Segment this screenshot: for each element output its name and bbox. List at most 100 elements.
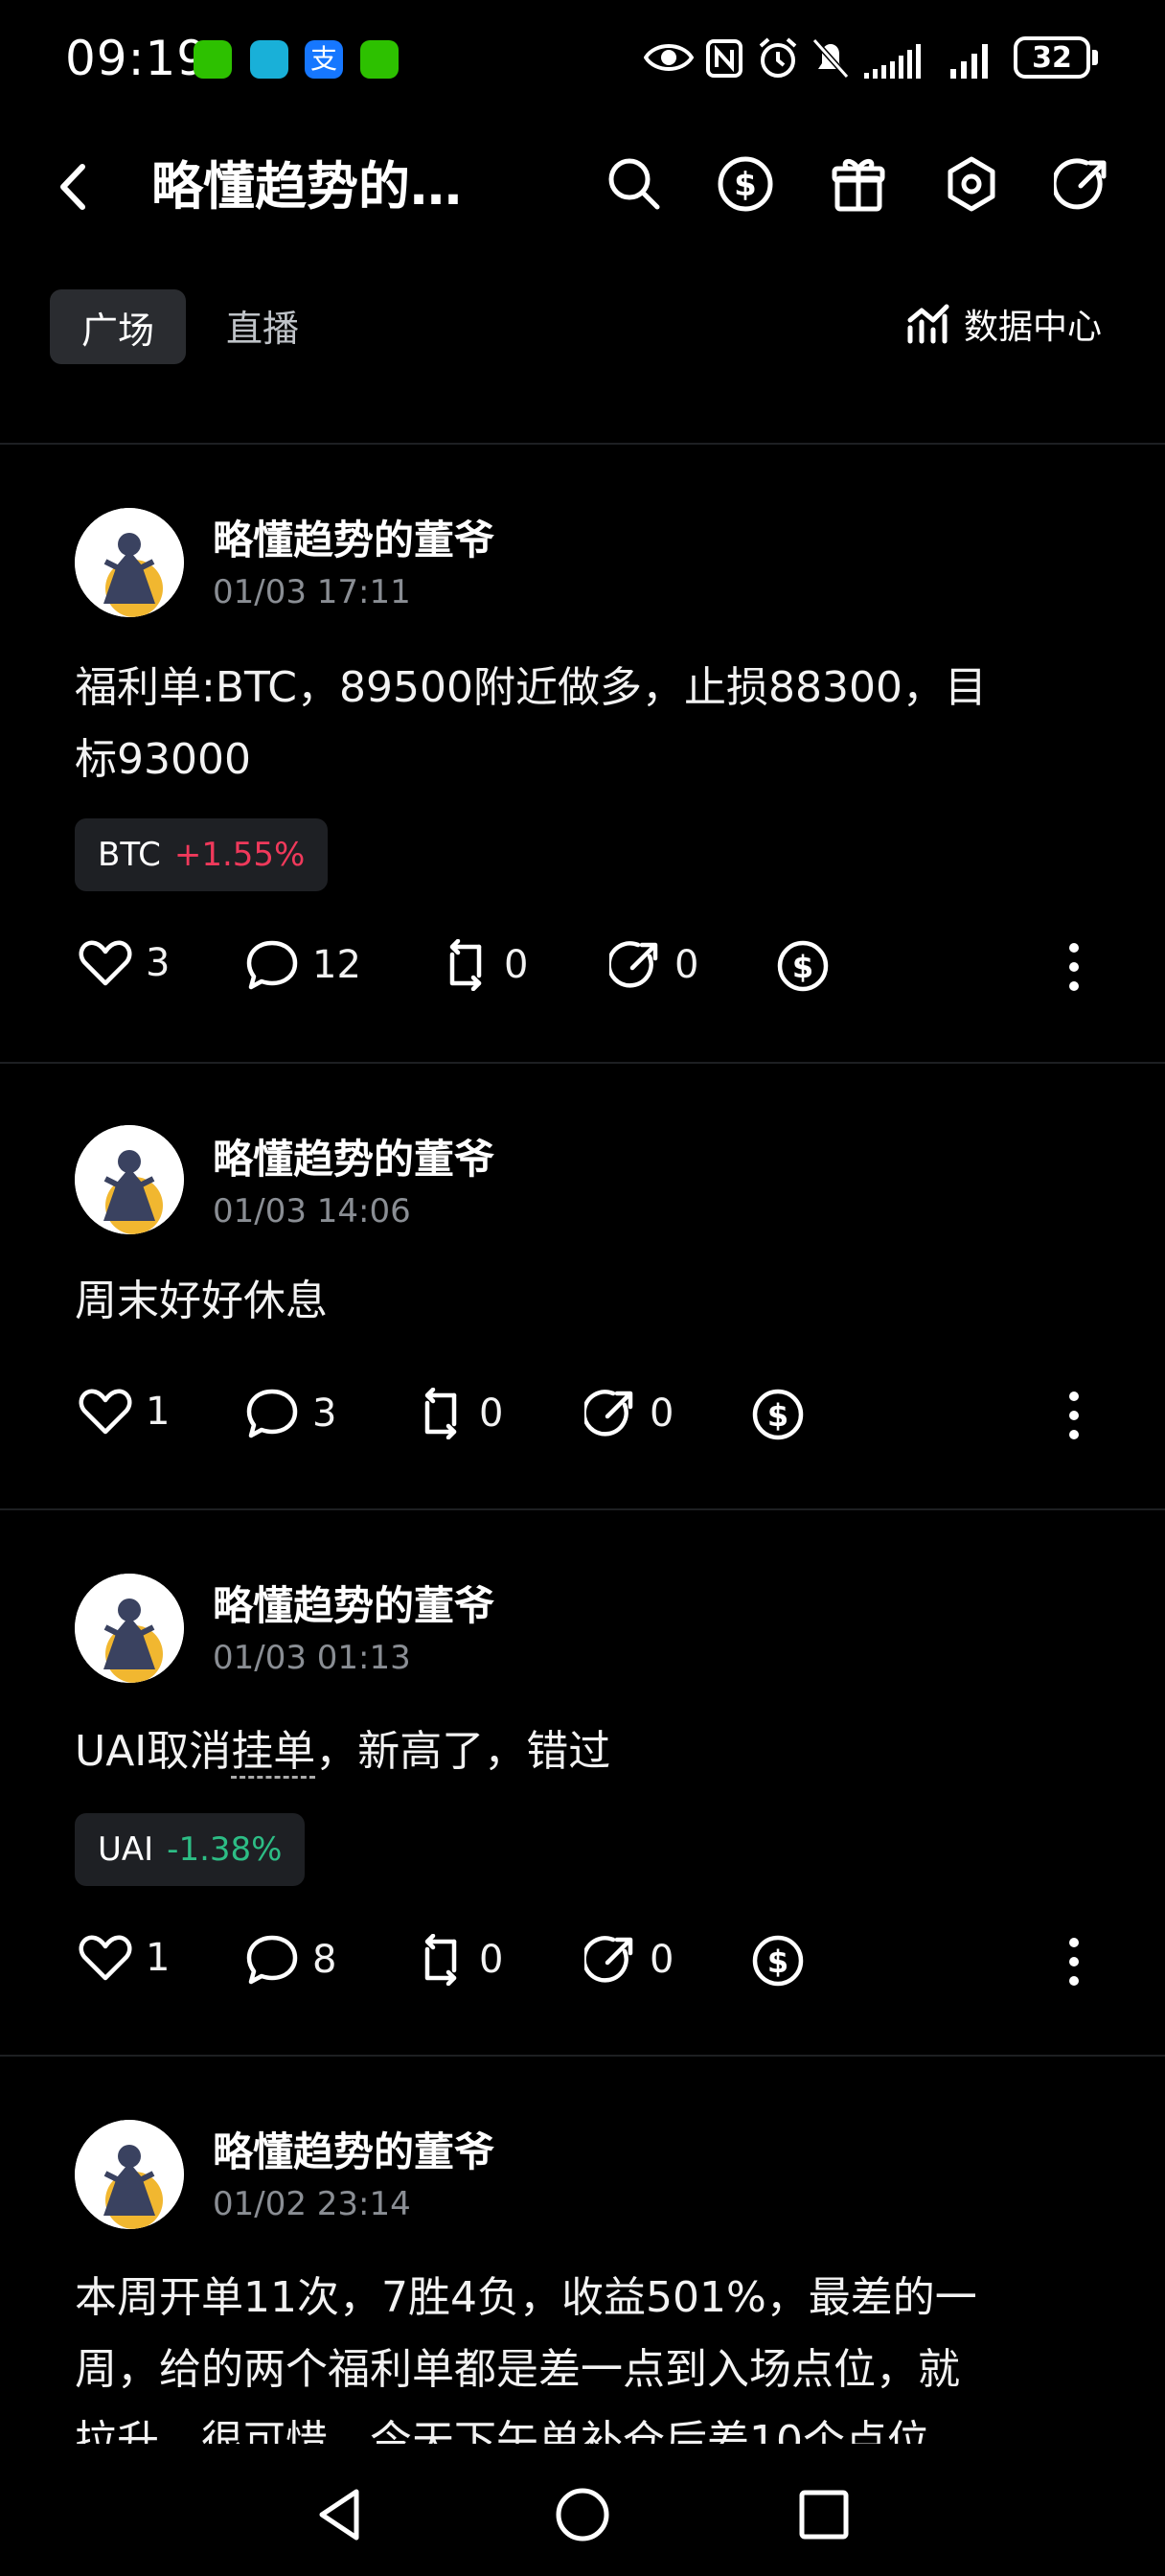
comment-icon [246,1935,298,1985]
avatar[interactable] [75,1125,184,1234]
repost-icon [449,939,482,991]
share-icon [584,1390,633,1437]
signal-icon [950,44,988,79]
like-count: 1 [146,1390,171,1434]
repost-count: 0 [504,943,529,987]
comment-button[interactable]: 8 [245,1934,336,1986]
comment-count: 8 [312,1938,337,1982]
post-content-line: 本周开单11次，7胜4负，收益501%，最差的一 [75,2273,977,2322]
signal-icon [864,44,921,79]
repost-button[interactable]: 0 [416,1934,503,1986]
heart-icon [79,1389,132,1435]
tag-change: +1.55% [173,836,306,874]
post-time: 01/03 17:11 [213,573,411,611]
comment-icon [246,1389,298,1438]
gift-icon[interactable] [832,155,885,213]
share-button[interactable]: 0 [584,1934,674,1986]
repost-button[interactable]: 0 [441,939,528,991]
chart-icon [907,304,949,344]
share-button[interactable]: 0 [584,1388,674,1439]
post-content[interactable]: UAI取消挂单，新高了，错过 [75,1715,1090,1787]
tip-dollar-icon[interactable]: $ [751,1388,805,1441]
like-button[interactable]: 1 [79,1388,170,1436]
more-menu-icon[interactable] [1069,943,1079,1000]
share-button[interactable]: 0 [609,939,698,991]
like-button[interactable]: 3 [79,939,170,987]
repost-icon [424,1388,457,1439]
svg-text:$: $ [767,1397,788,1434]
avatar[interactable] [75,508,184,617]
post-author[interactable]: 略懂趋势的董爷 [213,2120,494,2178]
repost-button[interactable]: 0 [416,1388,503,1439]
share-icon [609,941,658,988]
eye-icon [644,44,694,71]
data-center-label: 数据中心 [964,308,1103,347]
post-content-line: 拉升，很可惜，今天下午单补仓后差10个点位 [75,2417,929,2444]
tip-dollar-icon[interactable]: $ [717,155,774,213]
avatar[interactable] [75,2120,184,2229]
alipay-notification-icon: 支 [305,40,343,79]
nav-home-icon[interactable] [554,2486,611,2543]
post-content[interactable]: 福利单:BTC，89500附近做多，止损88300，目 标93000 [75,652,1090,795]
coin-tag-uai[interactable]: UAI -1.38% [75,1813,306,1886]
back-icon[interactable] [56,161,88,213]
wechat-notification-icon [360,40,399,79]
tag-symbol: BTC [98,836,161,874]
tab-plaza[interactable]: 广场 [50,289,186,364]
like-button[interactable]: 1 [79,1934,170,1982]
heart-icon [79,940,132,986]
like-count: 1 [146,1936,171,1980]
avatar[interactable] [75,1574,184,1683]
svg-text:$: $ [792,949,813,985]
tag-change: -1.38% [167,1830,283,1869]
more-menu-icon[interactable] [1069,1392,1079,1449]
search-icon[interactable] [605,155,663,213]
share-icon [584,1936,633,1983]
svg-text:$: $ [767,1944,788,1980]
post-author[interactable]: 略懂趋势的董爷 [213,508,494,566]
comment-button[interactable]: 12 [245,939,361,991]
more-menu-icon[interactable] [1069,1938,1079,1995]
post-content[interactable]: 周末好好休息 [75,1265,1090,1337]
divider [0,443,1165,445]
data-center-button[interactable]: 数据中心 [906,299,1102,349]
comment-button[interactable]: 3 [245,1388,336,1439]
settings-icon[interactable] [943,155,1000,213]
post-author[interactable]: 略懂趋势的董爷 [213,1127,494,1185]
repost-count: 0 [479,1938,504,1982]
post-time: 01/03 14:06 [213,1192,411,1230]
post-content[interactable]: 本周开单11次，7胜4负，收益501%，最差的一 周，给的两个福利单都是差一点到… [75,2262,1090,2444]
like-count: 3 [146,941,171,985]
mute-icon [811,37,850,80]
status-time: 09:19 [65,31,209,86]
page-title: 略懂趋势的… [151,156,462,217]
divider [0,2055,1165,2057]
share-count: 0 [650,1392,674,1436]
comment-count: 3 [312,1392,337,1436]
divider [0,1508,1165,1510]
tab-live[interactable]: 直播 [226,299,299,352]
pending-order-link[interactable]: 挂单 [231,1727,316,1779]
post-time: 01/02 23:14 [213,2185,411,2223]
comment-icon [246,940,298,990]
heart-icon [79,1935,132,1981]
coin-tag-btc[interactable]: BTC +1.55% [75,818,329,891]
tip-dollar-icon[interactable]: $ [776,939,830,993]
repost-icon [424,1934,457,1986]
post-content-text: ，新高了，错过 [315,1727,611,1776]
share-count: 0 [650,1938,674,1982]
nav-back-icon[interactable] [314,2486,364,2543]
post-content-line: 福利单:BTC，89500附近做多，止损88300，目 [75,663,987,712]
battery-tip [1092,50,1098,65]
post-content-line: 周末好好休息 [75,1276,328,1325]
post-content-line: 周，给的两个福利单都是差一点到入场点位，就 [75,2345,960,2394]
share-icon[interactable] [1054,155,1111,213]
post-author[interactable]: 略懂趋势的董爷 [213,1574,494,1632]
comment-count: 12 [312,943,361,987]
post-time: 01/03 01:13 [213,1639,411,1677]
nav-recents-icon[interactable] [797,2488,851,2542]
share-count: 0 [674,943,699,987]
tip-dollar-icon[interactable]: $ [751,1934,805,1988]
post-content-text: UAI取消 [75,1727,232,1776]
tag-symbol: UAI [98,1830,154,1869]
